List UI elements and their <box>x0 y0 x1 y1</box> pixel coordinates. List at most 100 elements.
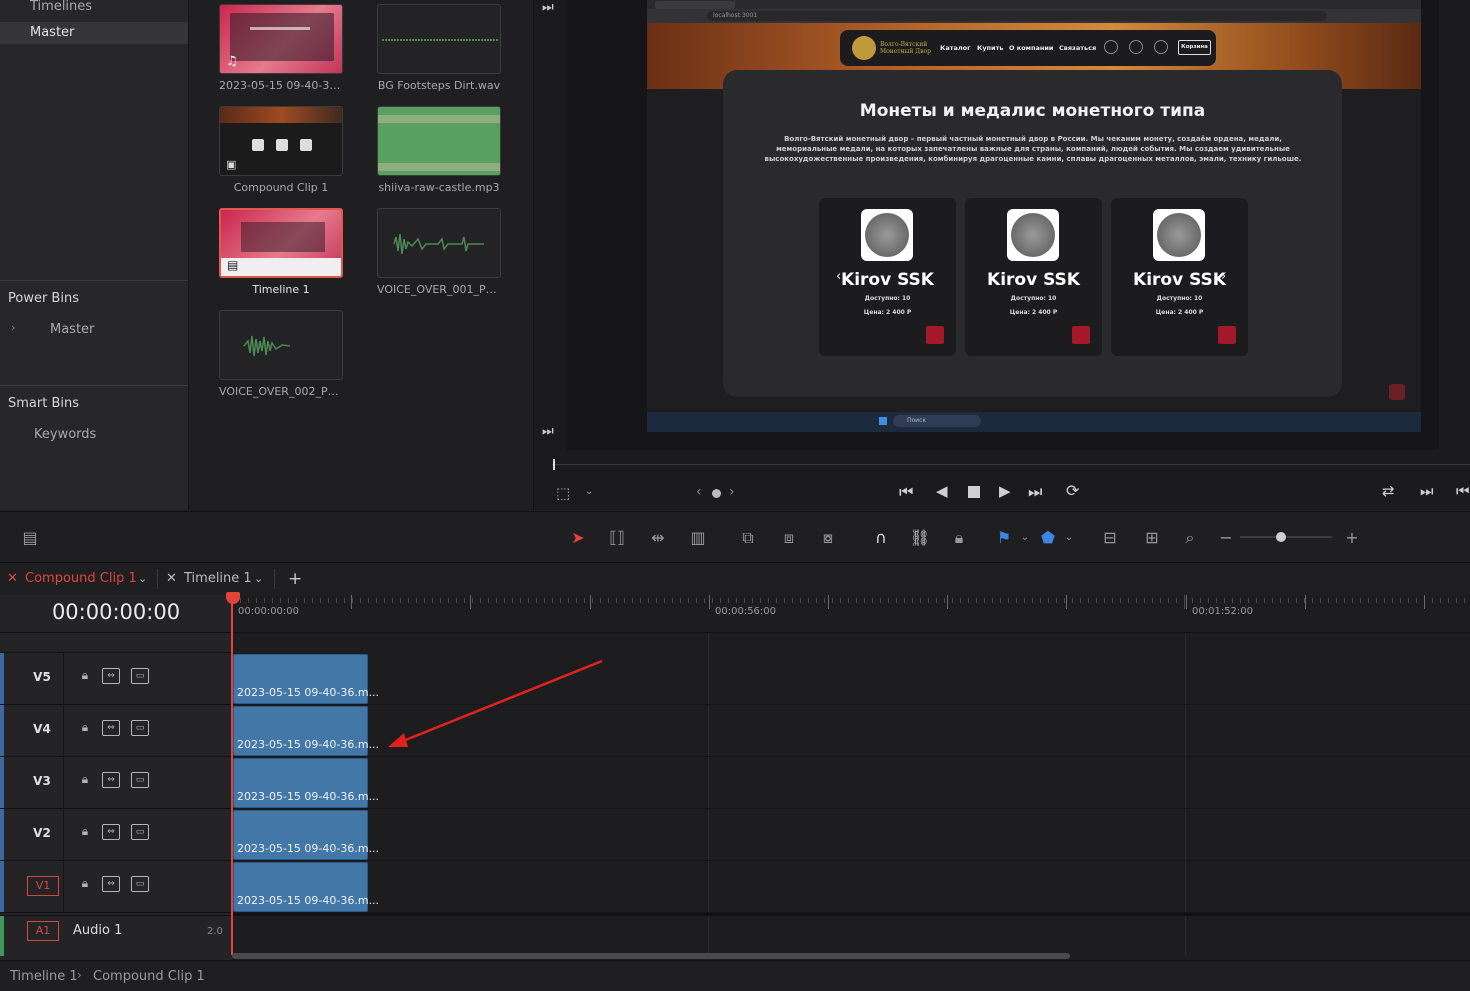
chevron-right-icon[interactable]: › <box>729 484 735 500</box>
power-bin-master[interactable]: Master <box>20 319 180 341</box>
scrubber-handle[interactable] <box>553 459 555 470</box>
timeline-clip[interactable]: 2023-05-15 09-40-36.m... <box>233 862 379 912</box>
timeline-clip[interactable]: 2023-05-15 09-40-36.m... <box>233 810 379 860</box>
jog-dot[interactable] <box>712 489 721 498</box>
lock-icon[interactable]: 🔒︎ <box>76 772 94 788</box>
bin-timelines[interactable]: Timelines <box>0 0 188 18</box>
timeline-view-options-icon[interactable]: ▤ <box>18 528 42 548</box>
cart-button[interactable]: Корзина <box>1178 40 1211 55</box>
nav-link[interactable]: Связаться <box>1059 44 1096 52</box>
chevron-down-icon[interactable]: ⌄ <box>138 563 147 595</box>
taskbar-search[interactable]: Поиск <box>893 415 981 427</box>
brand-logo[interactable] <box>852 36 876 60</box>
address-bar[interactable]: localhost:3001 <box>707 11 1327 21</box>
audio-track-name[interactable]: Audio 1 <box>73 923 122 938</box>
track-lane[interactable] <box>232 809 1470 861</box>
track-visibility-icon[interactable]: ▭ <box>131 772 149 788</box>
timeline-clip[interactable]: 2023-05-15 09-40-36.m... <box>233 758 379 808</box>
snapping-icon[interactable]: ∩ <box>869 528 893 548</box>
windows-start-icon[interactable] <box>879 417 887 425</box>
crop-icon[interactable]: ⬚ <box>556 484 570 502</box>
track-name[interactable]: V2 <box>22 826 62 840</box>
tab-timeline[interactable]: Timeline 1 <box>184 563 252 595</box>
skip-to-start-icon[interactable]: ⏭ <box>542 0 554 15</box>
add-to-cart-button[interactable] <box>1072 326 1090 344</box>
track-lane[interactable] <box>232 757 1470 809</box>
track-visibility-icon[interactable]: ▭ <box>131 668 149 684</box>
track-visibility-icon[interactable]: ▭ <box>131 824 149 840</box>
position-lock-icon[interactable]: 🔒︎ <box>947 528 971 548</box>
dynamic-trim-icon[interactable]: ⇹ <box>646 528 670 548</box>
zoom-in-icon[interactable]: + <box>1340 528 1364 548</box>
media-clip[interactable]: ♫ 2023-05-15 09-40-36.... <box>219 4 343 92</box>
chevron-left-icon[interactable]: ‹ <box>696 484 702 500</box>
zoom-custom-icon[interactable]: ⌕ <box>1178 528 1202 548</box>
breadcrumb-item[interactable]: Timeline 1 <box>10 969 78 984</box>
go-to-end-icon[interactable]: ⏭ <box>1028 482 1042 502</box>
track-name[interactable]: V5 <box>22 670 62 684</box>
playhead[interactable] <box>231 595 233 955</box>
media-clip[interactable]: BG Footsteps Dirt.wav <box>377 4 501 92</box>
next-edit-icon[interactable]: ⏭ <box>1420 482 1434 500</box>
close-icon[interactable]: ✕ <box>166 563 177 595</box>
skip-to-end-icon[interactable]: ⏭ <box>542 424 554 439</box>
track-lane[interactable] <box>232 861 1470 913</box>
social-icon[interactable] <box>1129 40 1143 54</box>
zoom-slider-track[interactable] <box>1240 536 1332 538</box>
trim-tool-icon[interactable]: ⟦⟧ <box>605 528 629 548</box>
media-clip[interactable]: VOICE_OVER_002_PW... <box>219 310 343 398</box>
scroll-top-button[interactable] <box>1389 384 1405 400</box>
prev-edit-icon[interactable]: ⏮ <box>1456 482 1470 500</box>
match-frame-icon[interactable]: ⇄ <box>1382 482 1395 500</box>
auto-select-icon[interactable]: ⇔ <box>102 668 120 684</box>
linked-selection-icon[interactable]: ⛓ <box>908 528 932 548</box>
add-tab-icon[interactable]: + <box>288 563 302 595</box>
zoom-full-icon[interactable]: ⊟ <box>1098 528 1122 548</box>
carousel-next-icon[interactable]: › <box>1221 269 1226 284</box>
lock-icon[interactable]: 🔒︎ <box>76 668 94 684</box>
bin-master[interactable]: Master <box>0 22 188 44</box>
blade-tool-icon[interactable]: ▥ <box>686 528 710 548</box>
lock-icon[interactable]: 🔒︎ <box>76 824 94 840</box>
media-clip[interactable]: ▣ Compound Clip 1 <box>219 106 343 194</box>
auto-select-icon[interactable]: ⇔ <box>102 824 120 840</box>
breadcrumb-item[interactable]: Compound Clip 1 <box>93 969 205 984</box>
selection-tool-icon[interactable]: ➤ <box>566 528 590 548</box>
overwrite-clip-icon[interactable]: ⧈ <box>777 528 801 548</box>
auto-select-icon[interactable]: ⇔ <box>102 720 120 736</box>
add-to-cart-button[interactable] <box>1218 326 1236 344</box>
insert-clip-icon[interactable]: ⧉ <box>736 528 760 548</box>
nav-link[interactable]: Каталог <box>940 44 970 52</box>
timecode-display[interactable]: 00:00:00:00 <box>0 600 232 624</box>
zoom-slider-handle[interactable] <box>1276 532 1286 542</box>
add-to-cart-button[interactable] <box>926 326 944 344</box>
play-reverse-icon[interactable]: ◀ <box>936 482 948 500</box>
timeline-clip[interactable]: 2023-05-15 09-40-36.m... <box>233 654 379 704</box>
play-icon[interactable]: ▶ <box>999 482 1011 500</box>
track-visibility-icon[interactable]: ▭ <box>131 876 149 892</box>
smart-bin-keywords[interactable]: Keywords <box>0 424 188 446</box>
tab-compound-clip[interactable]: Compound Clip 1 <box>25 563 137 595</box>
auto-select-icon[interactable]: ⇔ <box>102 772 120 788</box>
track-name[interactable]: V1 <box>27 876 59 896</box>
nav-link[interactable]: Купить <box>977 44 1003 52</box>
timeline-ruler[interactable]: 00:00:00:00 00:00:56:00 00:01:52:00 <box>232 595 1470 633</box>
auto-select-icon[interactable]: ⇔ <box>102 876 120 892</box>
timeline-clip[interactable]: 2023-05-15 09-40-36.m... <box>233 706 379 756</box>
stop-icon[interactable] <box>968 486 980 498</box>
timeline-scrollbar[interactable] <box>232 953 1070 959</box>
zoom-out-icon[interactable]: − <box>1214 528 1238 548</box>
replace-clip-icon[interactable]: ⧇ <box>816 528 840 548</box>
chevron-down-icon[interactable]: ⌄ <box>1057 528 1081 548</box>
track-name[interactable]: V4 <box>22 722 62 736</box>
track-name[interactable]: V3 <box>22 774 62 788</box>
audio-track-id[interactable]: A1 <box>27 921 59 941</box>
close-icon[interactable]: ✕ <box>7 563 18 595</box>
social-icon[interactable] <box>1104 40 1118 54</box>
carousel-prev-icon[interactable]: ‹ <box>836 269 841 284</box>
track-visibility-icon[interactable]: ▭ <box>131 720 149 736</box>
lock-icon[interactable]: 🔒︎ <box>76 876 94 892</box>
media-clip[interactable]: shiiva-raw-castle.mp3 <box>377 106 501 194</box>
media-clip-selected[interactable]: ▤ Timeline 1 <box>219 208 343 296</box>
chevron-right-icon[interactable]: › <box>11 321 15 334</box>
